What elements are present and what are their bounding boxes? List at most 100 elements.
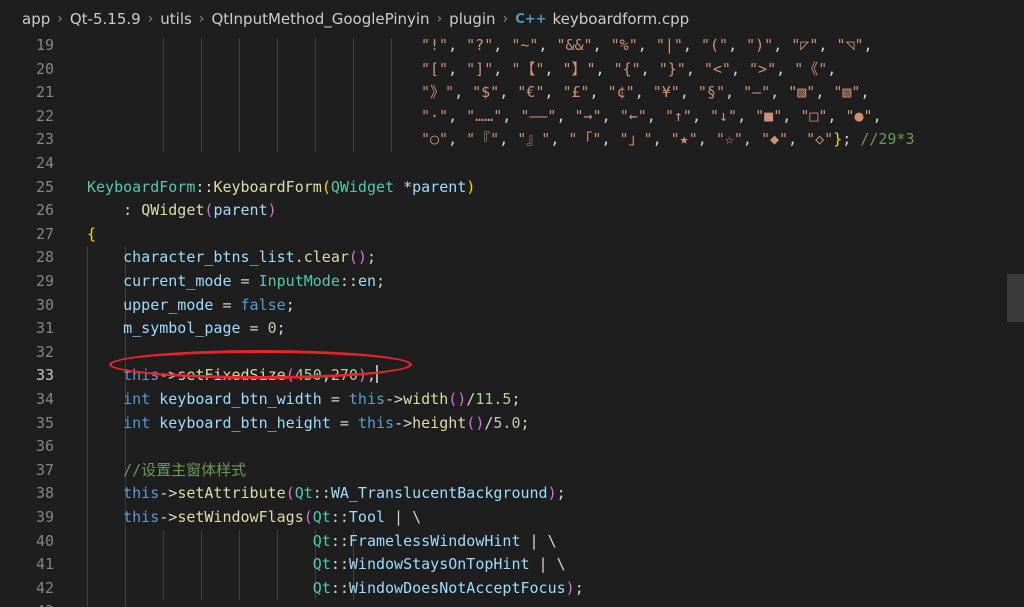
code-text[interactable]: m_symbol_page = 0; [87, 317, 286, 341]
code-token: "▧" [833, 83, 861, 102]
code-token: "》" [421, 83, 455, 102]
code-line[interactable]: 40 Qt::FramelessWindowHint | \ [0, 530, 1024, 554]
code-line[interactable]: 36 [0, 435, 1024, 459]
code-token: , [448, 36, 467, 54]
code-token: this [123, 484, 160, 503]
code-text[interactable]: this->setAttribute(Qt::WA_TranslucentBac… [87, 482, 566, 506]
code-text[interactable]: "[", "]", "【", "】", "{", "}", "<", ">", … [421, 58, 836, 82]
code-token: en [357, 272, 376, 290]
code-line[interactable]: 30 upper_mode = false; [0, 294, 1024, 318]
code-text[interactable]: : QWidget(parent) [87, 199, 277, 223]
code-text[interactable]: int keyboard_btn_width = this->width()/1… [87, 388, 520, 412]
code-line[interactable]: 23 "○", "『", "』", "「", "」", "★", "☆", "◆"… [0, 128, 1024, 152]
code-line[interactable]: 31 m_symbol_page = 0; [0, 317, 1024, 341]
code-line[interactable]: 28 character_btns_list.clear(); [0, 246, 1024, 270]
code-token: FramelessWindowHint [348, 531, 521, 550]
breadcrumb-file[interactable]: keyboardform.cpp [553, 10, 690, 28]
code-token: QWidget [141, 201, 205, 220]
code-token: "·" [421, 106, 449, 125]
code-text[interactable]: current_mode = InputMode::en; [87, 270, 385, 294]
code-line[interactable]: 37 //设置主窗体样式 [0, 459, 1024, 483]
code-text[interactable]: upper_mode = false; [87, 294, 295, 318]
breadcrumb-item-app[interactable]: app [22, 10, 50, 28]
code-line[interactable]: 33 this->setFixedSize(450,270); [0, 364, 1024, 388]
code-text[interactable]: "○", "『", "』", "「", "」", "★", "☆", "◆", … [421, 128, 915, 152]
breadcrumb-item-pinyin[interactable]: QtInputMethod_GooglePinyin [211, 10, 429, 28]
breadcrumb-item-plugin[interactable]: plugin [449, 10, 495, 28]
code-token: , [827, 106, 846, 125]
breadcrumb-item-qt[interactable]: Qt-5.15.9 [70, 10, 141, 28]
code-token: this [357, 413, 395, 432]
code-text[interactable]: Qt::WindowDoesNotAcceptFocus); [87, 577, 584, 601]
code-token: , [493, 36, 512, 54]
code-token: -> [159, 484, 178, 503]
code-line[interactable]: 43 [0, 600, 1024, 607]
code-line[interactable]: 41 Qt::WindowStaysOnTopHint | \ [0, 553, 1024, 577]
code-editor[interactable]: 19 "!", "?", "~", "&&", "%", "|", "(", ")… [0, 24, 1024, 607]
code-token: "◆" [760, 130, 789, 149]
code-token: ; [842, 130, 861, 149]
code-token: "【" [511, 59, 545, 78]
code-line[interactable]: 25 KeyboardForm::KeyboardForm(QWidget *pa… [0, 176, 1024, 200]
code-line[interactable]: 29 current_mode = InputMode::en; [0, 270, 1024, 294]
code-token: , [737, 106, 756, 125]
code-line[interactable]: 34 int keyboard_btn_width = this->width(… [0, 388, 1024, 412]
code-token: "[" [421, 59, 449, 78]
code-line[interactable]: 24 [0, 152, 1024, 176]
code-token: "}" [658, 59, 686, 78]
code-text[interactable]: int keyboard_btn_height = this->height()… [87, 412, 529, 436]
code-text[interactable]: { [87, 223, 96, 247]
code-token: , [788, 130, 807, 149]
breadcrumb-item-utils[interactable]: utils [160, 10, 192, 28]
code-text[interactable]: this->setWindowFlags(Qt::Tool | \ [87, 506, 421, 530]
code-token: Qt [312, 578, 331, 597]
line-number: 41 [35, 555, 54, 574]
code-text[interactable]: this->setFixedSize(450,270); [87, 364, 378, 388]
code-text[interactable]: "·", "……", "——", "→", "←", "↑", "↓", "■"… [421, 105, 882, 129]
code-token: , [499, 130, 518, 149]
line-number: 24 [35, 154, 54, 172]
code-line[interactable]: 22 "·", "……", "——", "→", "←", "↑", "↓", "… [0, 105, 1024, 129]
code-text[interactable]: Qt::WindowStaysOnTopHint | \ [87, 553, 566, 577]
code-token: 11.5 [475, 390, 512, 408]
code-token: "……" [466, 106, 503, 125]
line-number: 38 [35, 484, 54, 503]
code-text[interactable]: KeyboardForm::KeyboardForm(QWidget *pare… [87, 176, 475, 200]
code-token: keyboard_btn_width [159, 390, 322, 408]
indent-guide [315, 34, 316, 152]
line-number: 22 [35, 106, 54, 125]
code-line[interactable]: 42 Qt::WindowDoesNotAcceptFocus); [0, 577, 1024, 601]
code-token: :: [330, 531, 349, 550]
code-token: 0 [267, 319, 277, 338]
code-token: WA_TranslucentBackground [330, 484, 548, 503]
code-line[interactable]: 26 : QWidget(parent) [0, 199, 1024, 223]
indent-guide [201, 34, 202, 152]
code-token: | \ [385, 508, 422, 526]
code-line[interactable]: 27 { [0, 223, 1024, 247]
code-token: "¥" [652, 83, 680, 102]
indent-guide [353, 34, 354, 152]
code-line[interactable]: 21 "》", "$", "€", "£", "¢", "¥", "§", "—"… [0, 81, 1024, 105]
code-token: , [448, 106, 467, 125]
code-text[interactable]: //设置主窗体样式 [87, 459, 246, 483]
code-token: () [466, 413, 485, 432]
code-line[interactable]: 20 "[", "]", "【", "】", "{", "}", "<", ">"… [0, 58, 1024, 82]
code-token: //29*3 [860, 130, 915, 149]
code-line[interactable]: 35 int keyboard_btn_height = this->heigh… [0, 412, 1024, 436]
code-token: , [556, 106, 575, 125]
code-token: ; [556, 484, 566, 503]
code-text[interactable]: character_btns_list.clear(); [87, 246, 376, 270]
code-text[interactable]: Qt::FramelessWindowHint | \ [87, 530, 557, 554]
code-line[interactable]: 38 this->setAttribute(Qt::WA_Translucent… [0, 482, 1024, 506]
code-token: Qt [312, 555, 331, 574]
code-token: , [448, 59, 467, 78]
code-line[interactable]: 39 this->setWindowFlags(Qt::Tool | \ [0, 506, 1024, 530]
code-token: width [403, 390, 449, 408]
code-line[interactable]: 32 [0, 341, 1024, 365]
code-text[interactable]: "》", "$", "€", "£", "¢", "¥", "§", "—", … [421, 81, 870, 105]
code-token: -> [394, 413, 413, 432]
code-token: () [448, 390, 467, 408]
